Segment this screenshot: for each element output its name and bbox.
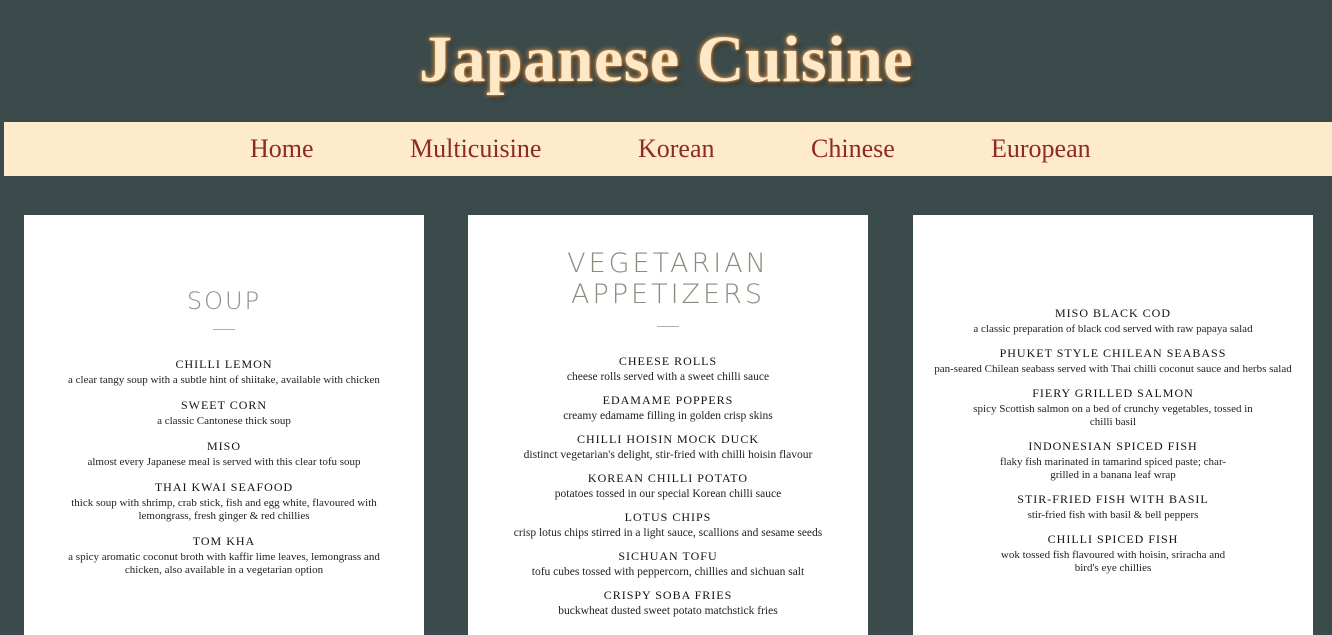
menu-item-name: CRISPY SOBA FRIES [603,588,733,602]
menu-item-desc: tofu cubes tossed with peppercorn, chill… [531,566,805,578]
vegetarian-appetizers-heading: VEGETARIAN APPETIZERS [567,248,769,310]
menu-item-name: PHUKET STYLE CHILEAN SEABASS [999,346,1227,360]
menu-item: MISO almost every Japanese meal is serve… [24,439,424,469]
menu-item-desc: almost every Japanese meal is served wit… [87,456,361,468]
menu-item: STIR-FRIED FISH WITH BASIL stir-fried fi… [913,492,1313,522]
menu-item-name: MISO BLACK COD [1054,306,1171,320]
menu-item-name: CHEESE ROLLS [618,354,718,368]
menu-item: LOTUS CHIPS crisp lotus chips stirred in… [468,510,868,540]
menu-item-name: MISO [206,439,241,453]
menu-item: THAI KWAI SEAFOOD thick soup with shrimp… [24,480,424,523]
menu-item-desc: distinct vegetarian's delight, stir-frie… [523,449,813,461]
menu-item: CHILLI SPICED FISH wok tossed fish flavo… [913,532,1313,575]
menu-card-vegetarian-appetizers[interactable]: VEGETARIAN APPETIZERS CHEESE ROLLS chees… [468,215,868,635]
menu-item-desc: a classic Cantonese thick soup [157,415,291,427]
menu-item-name: LOTUS CHIPS [624,510,712,524]
menu-item-desc: cheese rolls served with a sweet chilli … [566,371,770,383]
heading-divider [657,326,679,327]
menu-item-desc: spicy Scottish salmon on a bed of crunch… [973,403,1253,428]
menu-item-desc: pan-seared Chilean seabass served with T… [934,363,1292,375]
menu-item-desc: creamy edamame filling in golden crisp s… [563,410,773,422]
menu-item-desc: crisp lotus chips stirred in a light sau… [513,527,823,539]
menu-item-name: SWEET CORN [180,398,268,412]
menu-item-name: TOM KHA [192,534,256,548]
menu-card-soup[interactable]: SOUP CHILLI LEMON a clear tangy soup wit… [24,215,424,635]
menu-item-desc: buckwheat dusted sweet potato matchstick… [558,605,778,617]
menu-item-name: KOREAN CHILLI POTATO [587,471,749,485]
nav-link-european[interactable]: European [991,134,1091,164]
menu-item-desc: flaky fish marinated in tamarind spiced … [999,456,1227,481]
soup-heading: SOUP [186,287,262,315]
menu-item: CHEESE ROLLS cheese rolls served with a … [468,354,868,384]
menu-item: CHILLI LEMON a clear tangy soup with a s… [24,357,424,387]
menu-item: MISO BLACK COD a classic preparation of … [913,306,1313,336]
menu-item-desc: thick soup with shrimp, crab stick, fish… [71,497,377,522]
menu-item-desc: wok tossed fish flavoured with hoisin, s… [1000,549,1226,574]
menu-item: FIERY GRILLED SALMON spicy Scottish salm… [913,386,1313,429]
menu-item: CHILLI HOISIN MOCK DUCK distinct vegetar… [468,432,868,462]
menu-item: INDONESIAN SPICED FISH flaky fish marina… [913,439,1313,482]
menu-card-fish[interactable]: MISO BLACK COD a classic preparation of … [913,215,1313,635]
menu-item-name: EDAMAME POPPERS [602,393,734,407]
menu-item-desc: a spicy aromatic coconut broth with kaff… [68,551,380,576]
menu-item-name: INDONESIAN SPICED FISH [1028,439,1198,453]
menu-item-name: SICHUAN TOFU [618,549,718,563]
menu-item-desc: potatoes tossed in our special Korean ch… [554,488,782,500]
menu-item-name: CHILLI HOISIN MOCK DUCK [577,432,759,446]
menu-item: TOM KHA a spicy aromatic coconut broth w… [24,534,424,577]
nav-link-korean[interactable]: Korean [638,134,715,164]
menu-item: KOREAN CHILLI POTATO potatoes tossed in … [468,471,868,501]
nav-link-chinese[interactable]: Chinese [811,134,895,164]
main-navbar: Home Multicuisine Korean Chinese Europea… [4,122,1332,176]
nav-link-multicuisine[interactable]: Multicuisine [410,134,541,164]
menu-item-name: STIR-FRIED FISH WITH BASIL [1017,492,1209,506]
menu-item-name: CHILLI LEMON [175,357,273,371]
menu-item-name: THAI KWAI SEAFOOD [154,480,294,494]
menu-item-name: FIERY GRILLED SALMON [1032,386,1194,400]
menu-item: CRISPY SOBA FRIES buckwheat dusted sweet… [468,588,868,618]
heading-divider [213,329,235,330]
menu-item: SICHUAN TOFU tofu cubes tossed with pepp… [468,549,868,579]
menu-item-desc: a classic preparation of black cod serve… [973,323,1253,335]
nav-link-home[interactable]: Home [250,134,314,164]
menu-item: EDAMAME POPPERS creamy edamame filling i… [468,393,868,423]
menu-item-desc: stir-fried fish with basil & bell pepper… [1027,509,1199,521]
menu-item: PHUKET STYLE CHILEAN SEABASS pan-seared … [913,346,1313,376]
site-title: Japanese Cuisine [419,23,913,96]
menu-item: SWEET CORN a classic Cantonese thick sou… [24,398,424,428]
menu-item-name: CHILLI SPICED FISH [1047,532,1179,546]
menu-item-desc: a clear tangy soup with a subtle hint of… [68,374,380,386]
